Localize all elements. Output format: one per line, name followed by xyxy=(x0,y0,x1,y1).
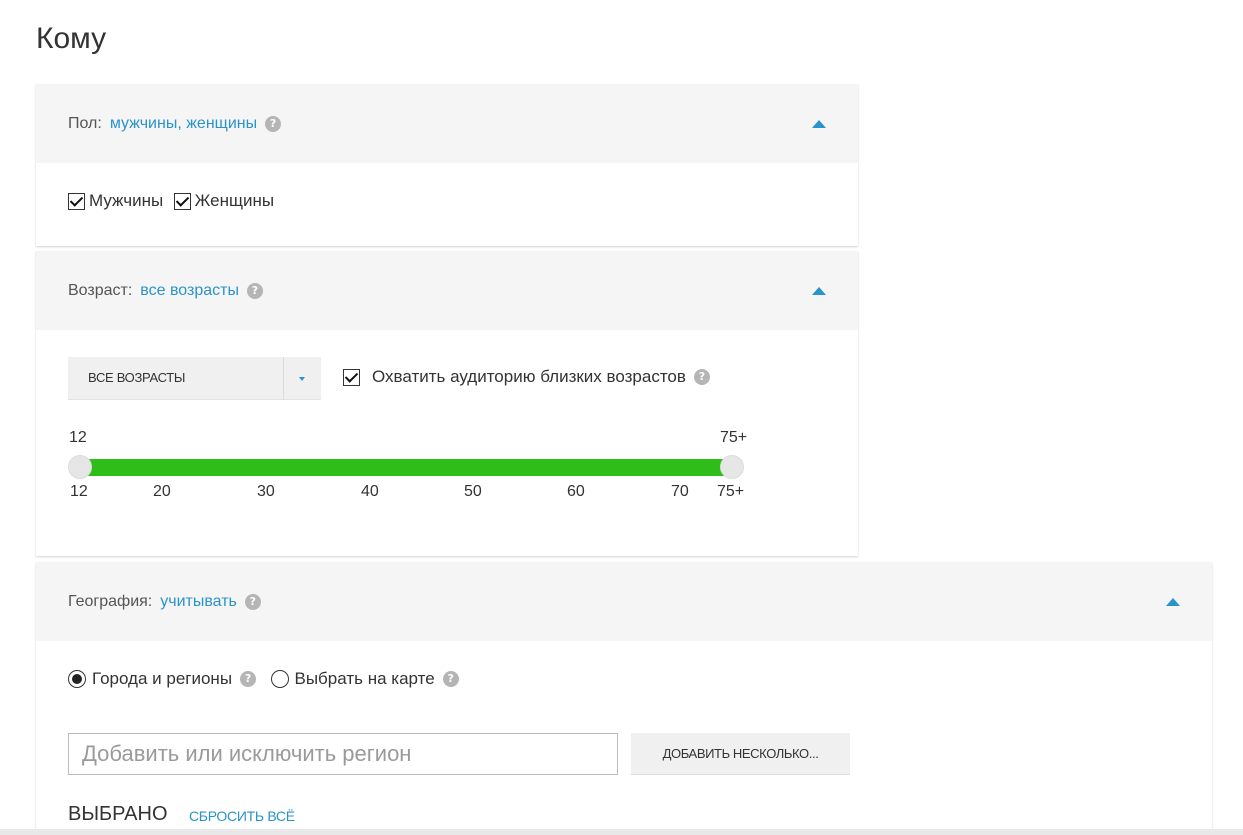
slider-min-value: 12 xyxy=(69,429,87,446)
selected-title: ВЫБРАНО xyxy=(68,803,168,825)
geo-mode-options: Города и регионы? Выбрать на карте? xyxy=(68,669,459,689)
slider-tick-label: 70 xyxy=(671,483,689,500)
bottom-divider xyxy=(0,829,1243,835)
slider-tick-label: 40 xyxy=(361,483,379,500)
gender-options: Мужчины Женщины xyxy=(68,191,274,211)
page-title: Кому xyxy=(36,22,107,55)
slider-tick-label: 50 xyxy=(464,483,482,500)
slider-max-value: 75+ xyxy=(720,429,748,446)
age-preset-select[interactable]: ВСЕ ВОЗРАСТЫ xyxy=(68,357,321,400)
slider-tick-label: 30 xyxy=(257,483,275,500)
gender-label: Пол: xyxy=(68,114,102,132)
select-divider xyxy=(283,357,284,400)
help-icon[interactable]: ? xyxy=(265,115,282,132)
geo-section: География: учитывать ? Города и регионы?… xyxy=(36,562,1212,835)
map-radio[interactable] xyxy=(270,670,289,688)
slider-tick-label: 60 xyxy=(567,483,585,500)
near-ages-label: Охватить аудиторию близких возрастов xyxy=(372,367,686,386)
cities-radio[interactable] xyxy=(68,670,86,688)
age-value: все возрасты xyxy=(140,281,239,299)
age-label: Возраст: xyxy=(68,281,133,299)
male-checkbox[interactable] xyxy=(68,192,85,210)
help-icon[interactable]: ? xyxy=(246,282,263,299)
add-many-button[interactable]: ДОБАВИТЬ НЕСКОЛЬКО... xyxy=(631,733,850,775)
help-icon[interactable]: ? xyxy=(693,369,710,385)
male-checkbox-label: Мужчины xyxy=(89,191,164,210)
help-icon[interactable]: ? xyxy=(244,593,261,610)
chevron-down-icon[interactable] xyxy=(299,377,305,381)
map-radio-label: Выбрать на карте xyxy=(294,669,435,688)
slider-tick-label: 20 xyxy=(153,483,171,500)
near-ages-checkbox[interactable] xyxy=(343,368,360,386)
age-section: Возраст: все возрасты ? ВСЕ ВОЗРАСТЫ Охв… xyxy=(36,251,858,556)
geo-value: учитывать xyxy=(160,592,237,610)
help-icon[interactable]: ? xyxy=(240,671,257,687)
gender-value: мужчины, женщины xyxy=(109,114,258,132)
geo-label: География: xyxy=(68,592,153,610)
near-ages-option: Охватить аудиторию близких возрастов? xyxy=(343,367,710,387)
collapse-arrow-icon[interactable] xyxy=(812,120,826,128)
slider-tick-label: 75+ xyxy=(717,483,745,500)
age-slider-handle-max[interactable] xyxy=(720,455,744,479)
gender-section: Пол: мужчины, женщины ? Мужчины Женщины xyxy=(36,84,858,246)
gender-section-header[interactable]: Пол: мужчины, женщины ? xyxy=(36,84,858,163)
slider-tick-label: 12 xyxy=(70,483,88,500)
age-section-header[interactable]: Возраст: все возрасты ? xyxy=(36,251,858,330)
cities-radio-label: Города и регионы xyxy=(92,669,233,688)
age-preset-select-value: ВСЕ ВОЗРАСТЫ xyxy=(88,370,186,385)
collapse-arrow-icon[interactable] xyxy=(812,287,826,295)
collapse-arrow-icon[interactable] xyxy=(1166,598,1180,606)
age-slider-handle-min[interactable] xyxy=(68,455,92,479)
geo-section-header[interactable]: География: учитывать ? xyxy=(36,562,1212,641)
age-slider-track[interactable] xyxy=(80,459,732,476)
help-icon[interactable]: ? xyxy=(442,671,459,687)
female-checkbox-label: Женщины xyxy=(194,191,275,210)
reset-all-link[interactable]: СБРОСИТЬ ВСЁ xyxy=(189,808,295,824)
female-checkbox[interactable] xyxy=(173,192,191,210)
region-search-input[interactable] xyxy=(68,733,618,775)
